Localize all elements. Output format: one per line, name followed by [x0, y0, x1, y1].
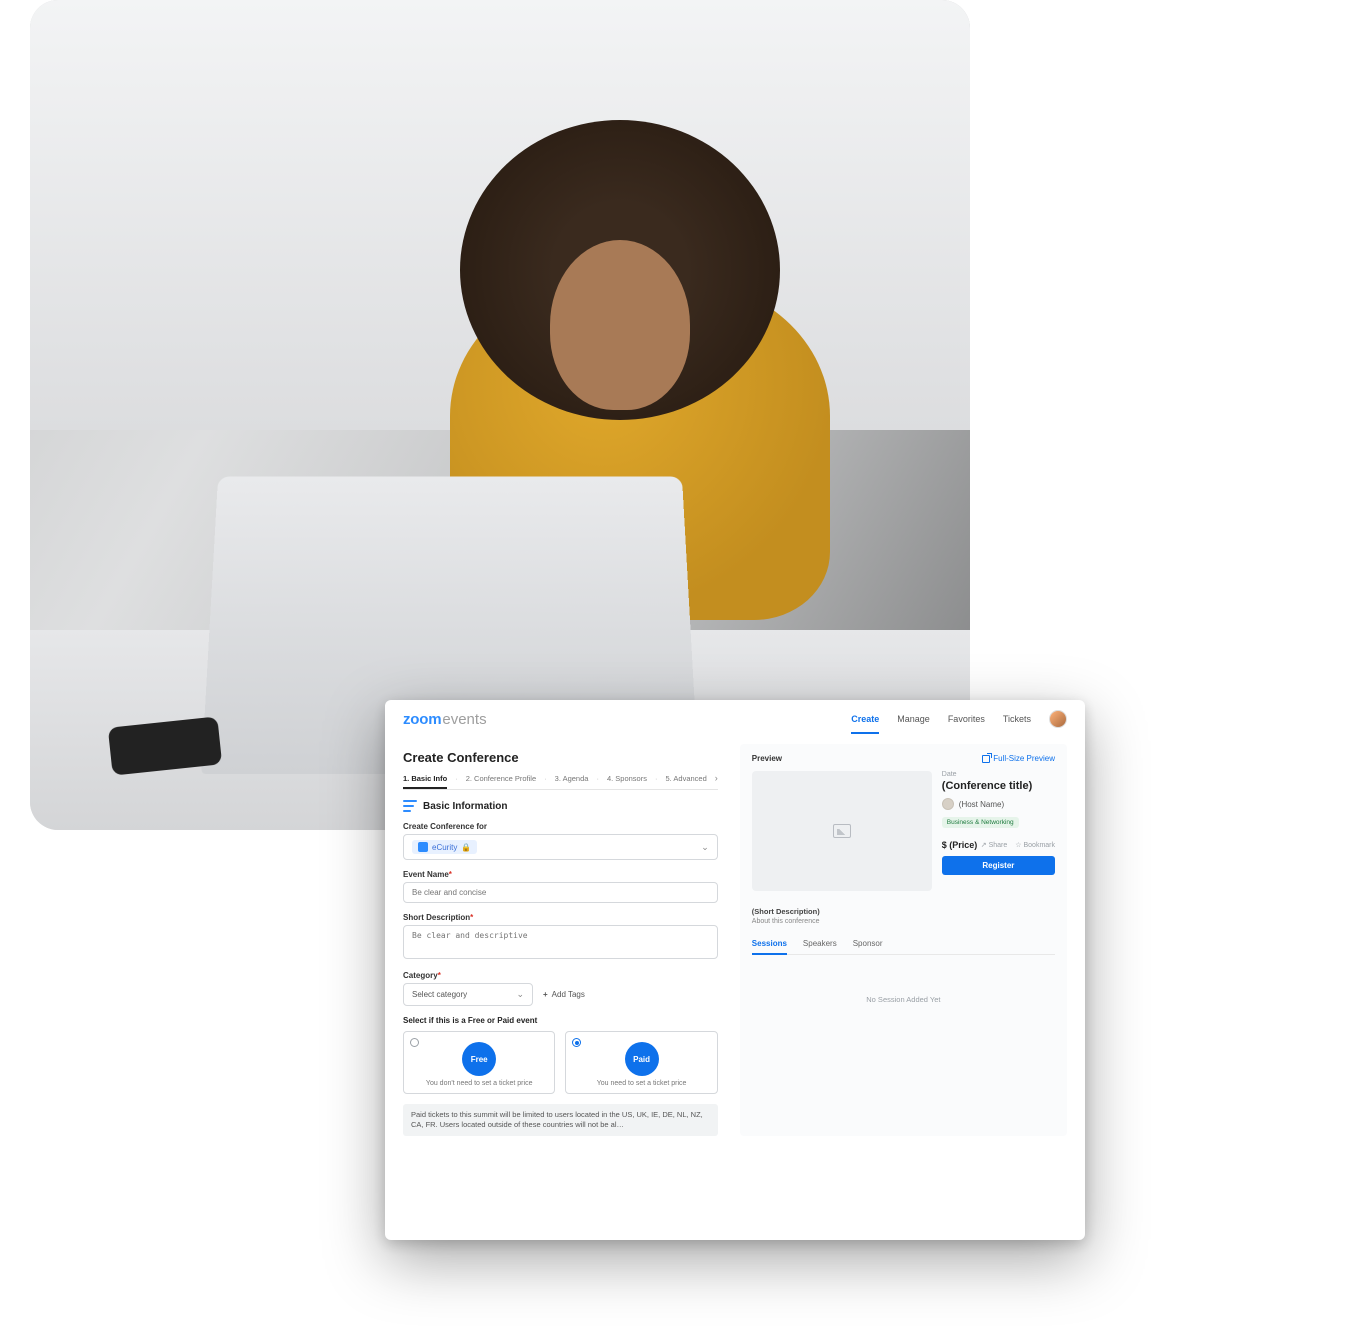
event-name-label: Event Name*	[403, 870, 718, 879]
free-paid-group: Free You don't need to set a ticket pric…	[403, 1031, 718, 1094]
bookmark-button[interactable]: ☆ Bookmark	[1015, 841, 1055, 849]
expand-icon	[982, 755, 990, 763]
preview-host-name: (Host Name)	[959, 800, 1004, 809]
free-pill: Free	[462, 1042, 496, 1076]
preview-short-description: (Short Description) About this conferenc…	[752, 907, 1055, 925]
page-title: Create Conference	[403, 750, 718, 765]
subtab-sessions[interactable]: Sessions	[752, 939, 787, 955]
field-short-description: Short Description*	[403, 913, 718, 961]
paid-caption: You need to set a ticket price	[574, 1080, 708, 1087]
hub-select[interactable]: eCurity 🔒 ⌄	[403, 834, 718, 860]
option-free[interactable]: Free You don't need to set a ticket pric…	[403, 1031, 555, 1094]
chevron-right-icon[interactable]: ›	[715, 773, 718, 783]
field-category: Category* Select category ⌄ Add Tags	[403, 971, 718, 1006]
avatar[interactable]	[1049, 710, 1067, 728]
section-title: Basic Information	[423, 801, 507, 812]
sessions-empty-state: No Session Added Yet	[752, 955, 1055, 1044]
nav-create[interactable]: Create	[851, 714, 879, 724]
step-advanced[interactable]: 5. Advanced	[665, 774, 706, 783]
radio-free[interactable]	[410, 1038, 419, 1047]
section-header: Basic Information	[403, 800, 718, 812]
preview-short-desc-title: (Short Description)	[752, 907, 1055, 916]
preview-category-badge: Business & Networking	[942, 817, 1019, 828]
hub-label: Create Conference for	[403, 822, 718, 831]
create-form-column: Create Conference 1. Basic Info · 2. Con…	[403, 744, 718, 1136]
short-description-label: Short Description*	[403, 913, 718, 922]
nav-tickets[interactable]: Tickets	[1003, 714, 1031, 724]
category-placeholder: Select category	[412, 990, 467, 999]
nav-manage[interactable]: Manage	[897, 714, 930, 724]
subtab-sponsor[interactable]: Sponsor	[853, 939, 883, 954]
step-agenda[interactable]: 3. Agenda	[555, 774, 589, 783]
step-sponsors[interactable]: 4. Sponsors	[607, 774, 647, 783]
preview-short-desc-hint: About this conference	[752, 918, 1055, 925]
preview-subtabs: Sessions Speakers Sponsor	[752, 939, 1055, 955]
register-button[interactable]: Register	[942, 856, 1055, 875]
topbar: zoom events Create Manage Favorites Tick…	[385, 700, 1085, 736]
preview-column: Preview Full-Size Preview Date (Conferen…	[740, 744, 1067, 1136]
option-paid[interactable]: Paid You need to set a ticket price	[565, 1031, 717, 1094]
list-icon	[403, 800, 417, 812]
top-nav: Create Manage Favorites Tickets	[851, 710, 1067, 728]
wizard-steps: 1. Basic Info · 2. Conference Profile · …	[403, 773, 718, 790]
paid-ticket-notice: Paid tickets to this summit will be limi…	[403, 1104, 718, 1136]
preview-conference-title: (Conference title)	[942, 780, 1055, 792]
field-event-name: Event Name*	[403, 870, 718, 903]
event-name-input[interactable]	[403, 882, 718, 903]
category-select[interactable]: Select category ⌄	[403, 983, 533, 1006]
field-hub: Create Conference for eCurity 🔒 ⌄	[403, 822, 718, 860]
radio-paid[interactable]	[572, 1038, 581, 1047]
brand-zoom: zoom	[403, 711, 441, 728]
chevron-down-icon: ⌄	[516, 989, 524, 1000]
hub-icon	[418, 842, 428, 852]
preview-price: $ (Price)	[942, 840, 978, 850]
image-placeholder-icon	[833, 824, 851, 838]
short-description-input[interactable]	[403, 925, 718, 959]
chevron-down-icon: ⌄	[701, 842, 709, 853]
preview-heading: Preview	[752, 754, 782, 763]
step-basic-info[interactable]: 1. Basic Info	[403, 774, 447, 789]
subtab-speakers[interactable]: Speakers	[803, 939, 837, 954]
paid-pill: Paid	[625, 1042, 659, 1076]
step-conference-profile[interactable]: 2. Conference Profile	[466, 774, 536, 783]
share-button[interactable]: ↗ Share	[981, 841, 1008, 849]
brand-logo: zoom events	[403, 711, 487, 728]
zoom-events-window: zoom events Create Manage Favorites Tick…	[385, 700, 1085, 1240]
preview-meta: Date (Conference title) (Host Name) Busi…	[942, 771, 1055, 891]
free-paid-label: Select if this is a Free or Paid event	[403, 1016, 718, 1025]
full-size-preview-button[interactable]: Full-Size Preview	[982, 754, 1055, 763]
hub-value: eCurity	[432, 843, 457, 852]
free-caption: You don't need to set a ticket price	[412, 1080, 546, 1087]
preview-thumbnail	[752, 771, 932, 891]
host-avatar-icon	[942, 798, 954, 810]
preview-date-label: Date	[942, 771, 1055, 778]
nav-favorites[interactable]: Favorites	[948, 714, 985, 724]
category-label: Category*	[403, 971, 718, 980]
add-tags-button[interactable]: Add Tags	[543, 990, 585, 999]
brand-events: events	[442, 711, 486, 728]
lock-icon: 🔒	[461, 843, 471, 852]
